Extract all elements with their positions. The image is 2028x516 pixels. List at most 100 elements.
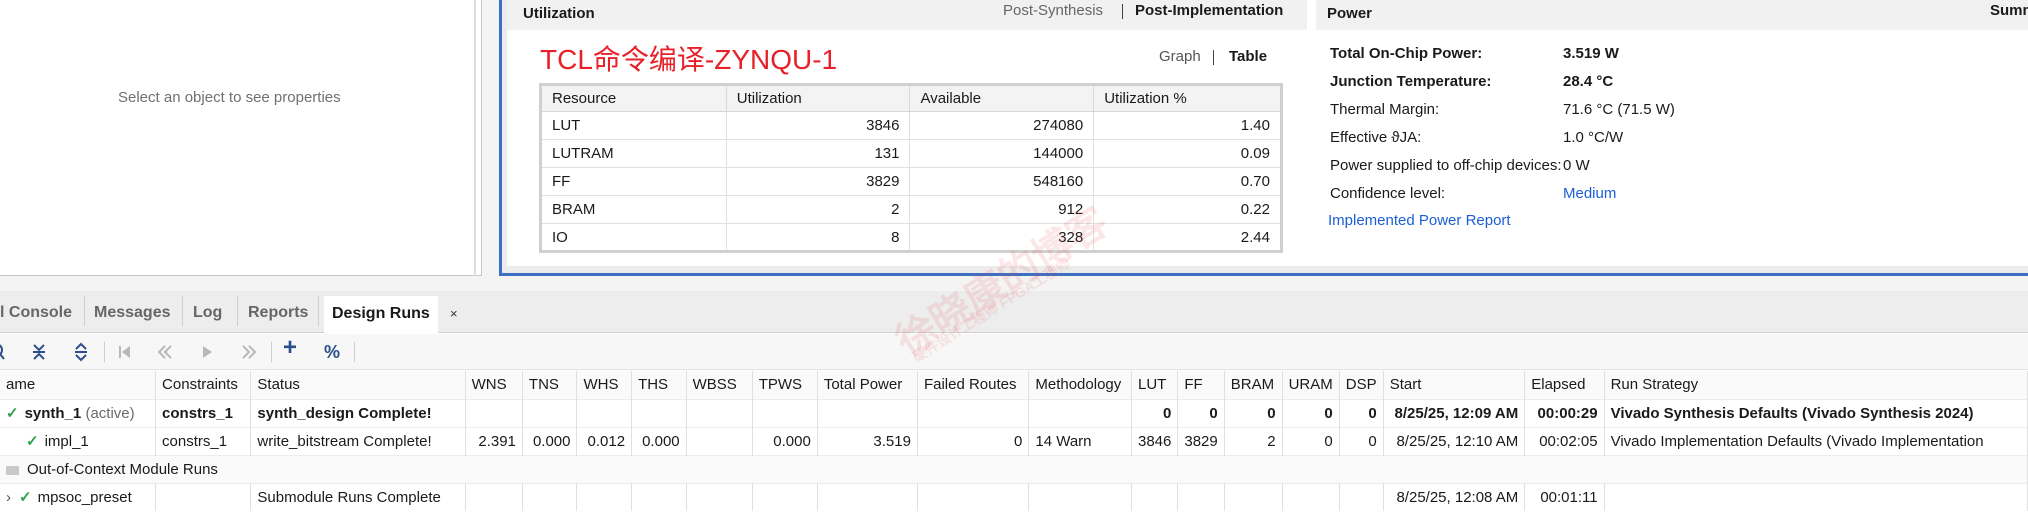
run-row-impl[interactable]: ✓ impl_1 constrs_1 write_bitstream Comple… — [0, 426, 2028, 455]
resource-cell: LUT — [540, 111, 727, 140]
check-icon: ✓ — [19, 489, 32, 507]
column-header[interactable]: Elapsed — [1524, 371, 1605, 399]
column-header[interactable]: WBSS — [686, 371, 753, 399]
ooc-group-row[interactable]: Out-of-Context Module Runs — [0, 454, 2028, 483]
next-icon[interactable] — [199, 342, 215, 366]
column-header[interactable]: Status — [250, 371, 466, 399]
start-cell: 8/25/25, 12:08 AM — [1383, 482, 1526, 511]
total-power-value: 3.519 W — [1563, 45, 1619, 62]
uram-cell: 0 — [1282, 398, 1340, 427]
chevron-right-icon[interactable]: › — [6, 489, 11, 506]
column-header[interactable]: DSP — [1339, 371, 1384, 399]
column-header[interactable]: WNS — [465, 371, 523, 399]
table-row[interactable]: FF 3829 548160 0.70 — [540, 167, 1282, 196]
run-row-synth[interactable]: ✓ synth_1 (active) constrs_1 synth_design… — [0, 398, 2028, 427]
run-name-cell: › ✓ mpsoc_preset — [0, 482, 157, 511]
resource-cell: IO — [540, 223, 727, 252]
thermal-margin-label: Thermal Margin: — [1330, 101, 1440, 118]
tab-divider — [237, 296, 238, 326]
wns-cell: 2.391 — [465, 426, 523, 455]
view-graph-toggle[interactable]: Graph — [1159, 48, 1201, 65]
run-row-mpsoc[interactable]: › ✓ mpsoc_preset Submodule Runs Complete 8… — [0, 482, 2028, 511]
ff-cell — [1177, 482, 1225, 511]
column-header[interactable]: Start — [1383, 371, 1526, 399]
table-row[interactable]: BRAM 2 912 0.22 — [540, 195, 1282, 224]
constraints-cell: constrs_1 — [155, 426, 252, 455]
bram-cell: 2 — [1224, 426, 1283, 455]
column-header[interactable]: ame — [0, 371, 157, 399]
table-row[interactable]: LUTRAM 131 144000 0.09 — [540, 139, 1282, 168]
search-icon[interactable] — [0, 342, 8, 366]
constraints-cell: constrs_1 — [155, 398, 252, 427]
column-header[interactable]: BRAM — [1224, 371, 1283, 399]
view-table-toggle[interactable]: Table — [1229, 48, 1267, 65]
tab-post-synthesis[interactable]: Post-Synthesis — [1003, 2, 1103, 19]
properties-panel: Select an object to see properties — [0, 0, 482, 276]
prev-icon[interactable] — [156, 342, 174, 366]
collapse-all-icon[interactable] — [31, 342, 47, 366]
column-header[interactable]: Run Strategy — [1604, 371, 2028, 399]
confidence-label: Confidence level: — [1330, 185, 1446, 202]
bram-cell — [1224, 482, 1283, 511]
tpws-cell — [752, 482, 818, 511]
tab-summary[interactable]: Summ — [1990, 2, 2028, 19]
available-cell: 328 — [909, 223, 1095, 252]
uram-cell — [1282, 482, 1340, 511]
thermal-margin-value: 71.6 °C (71.5 W) — [1563, 101, 1675, 118]
table-row[interactable]: LUT 3846 274080 1.40 — [540, 111, 1282, 140]
column-header[interactable]: Methodology — [1028, 371, 1132, 399]
tab-design-runs[interactable]: Design Runs — [324, 296, 438, 333]
run-name-cell: ✓ impl_1 — [0, 426, 157, 455]
check-icon: ✓ — [6, 405, 19, 422]
column-header[interactable]: THS — [631, 371, 687, 399]
tab-messages[interactable]: Messages — [94, 300, 171, 326]
status-cell: synth_design Complete! — [250, 398, 466, 427]
run-name-cell: ✓ synth_1 (active) — [0, 398, 157, 427]
wns-cell — [465, 398, 523, 427]
column-header[interactable]: TPWS — [752, 371, 818, 399]
bottom-panel: l Console Messages Log Reports Design Ru… — [0, 291, 2028, 516]
tab-reports[interactable]: Reports — [248, 300, 308, 326]
ths-cell — [631, 482, 687, 511]
whs-cell — [576, 398, 633, 427]
panel-divider[interactable] — [474, 0, 476, 276]
column-header[interactable]: Utilization % — [1093, 84, 1282, 112]
column-header[interactable]: WHS — [576, 371, 633, 399]
power-card: Power Summ Total On-Chip Power: 3.519 W … — [1316, 0, 2028, 266]
column-header[interactable]: Constraints — [155, 371, 252, 399]
add-icon[interactable]: + — [283, 336, 297, 360]
column-header[interactable]: LUT — [1131, 371, 1179, 399]
column-header[interactable]: FF — [1177, 371, 1225, 399]
table-row[interactable]: IO 8 328 2.44 — [540, 223, 1282, 252]
tns-cell — [522, 398, 578, 427]
uram-cell: 0 — [1282, 426, 1340, 455]
ths-cell — [631, 398, 687, 427]
column-header[interactable]: Utilization — [725, 84, 911, 112]
methodology-cell[interactable]: 14 Warn — [1028, 426, 1132, 455]
percent-icon[interactable]: % — [324, 342, 340, 362]
tab-log[interactable]: Log — [193, 300, 222, 326]
strategy-cell: Vivado Synthesis Defaults (Vivado Synthe… — [1604, 398, 2028, 427]
column-header[interactable]: Failed Routes — [917, 371, 1030, 399]
tpws-cell: 0.000 — [752, 426, 818, 455]
offchip-power-label: Power supplied to off-chip devices: — [1330, 157, 1562, 174]
last-icon[interactable] — [240, 342, 258, 366]
tab-tcl-console[interactable]: l Console — [0, 300, 72, 326]
column-header[interactable]: Available — [909, 84, 1095, 112]
column-header[interactable]: TNS — [522, 371, 578, 399]
project-summary-dashboard: Utilization Post-Synthesis Post-Implemen… — [499, 0, 2028, 276]
close-icon[interactable]: × — [450, 306, 458, 321]
first-icon[interactable] — [117, 342, 133, 366]
tab-post-implementation[interactable]: Post-Implementation — [1135, 2, 1283, 19]
elapsed-cell: 00:01:11 — [1524, 482, 1605, 511]
strategy-cell — [1604, 482, 2028, 511]
status-cell: write_bitstream Complete! — [250, 426, 466, 455]
column-header[interactable]: Total Power — [817, 371, 918, 399]
confidence-link[interactable]: Medium — [1563, 185, 1616, 202]
column-header[interactable]: Resource — [540, 84, 727, 112]
total-power-label: Total On-Chip Power: — [1330, 45, 1483, 62]
column-header[interactable]: URAM — [1282, 371, 1340, 399]
available-cell: 274080 — [909, 111, 1095, 140]
expand-all-icon[interactable] — [73, 342, 89, 366]
power-report-link[interactable]: Implemented Power Report — [1328, 212, 1511, 229]
